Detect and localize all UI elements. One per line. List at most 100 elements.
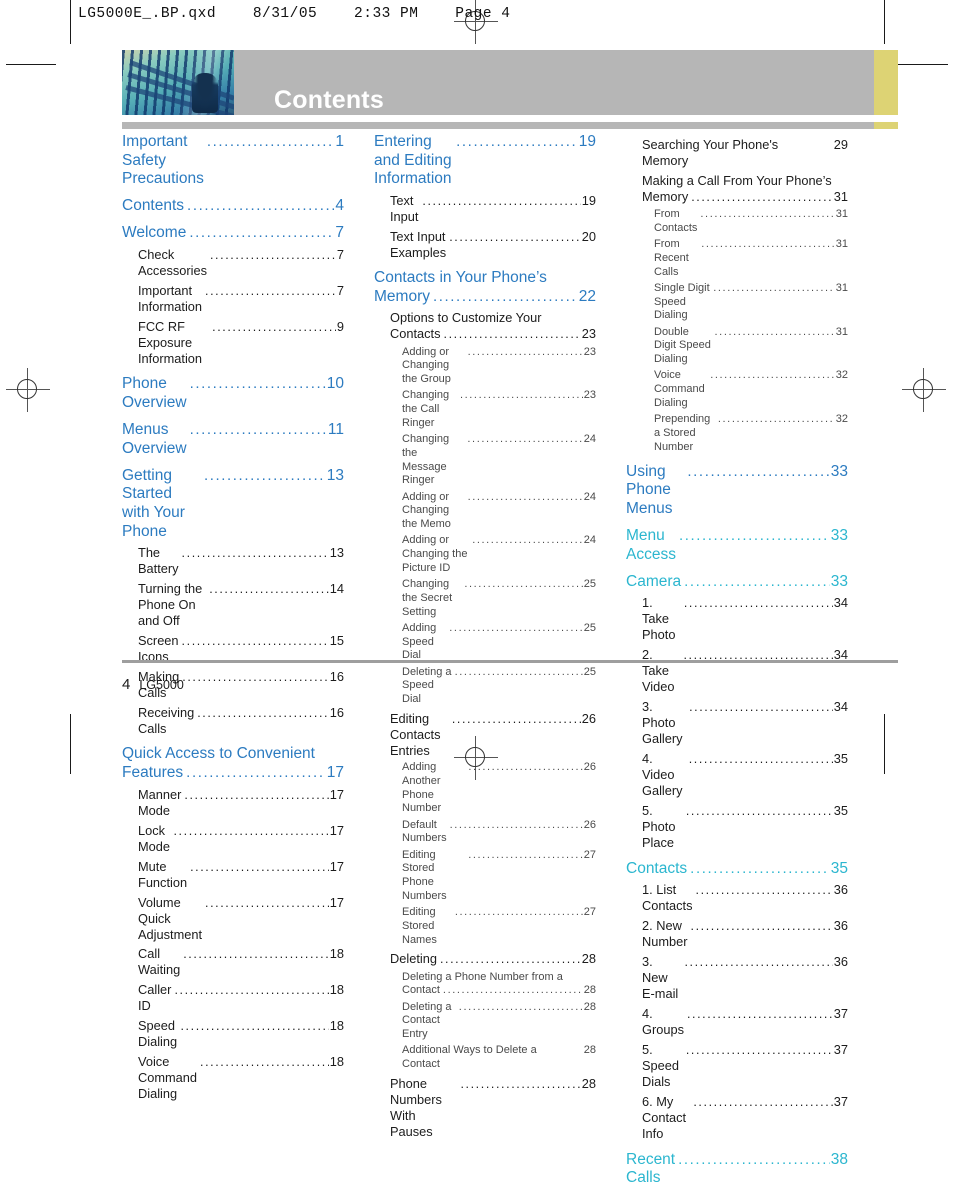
toc-entry-page-number: 14 xyxy=(329,581,344,597)
toc-entry[interactable]: Caller ID...............................… xyxy=(138,982,344,1014)
toc-entry[interactable]: Phone Overview..........................… xyxy=(122,375,344,412)
toc-entry[interactable]: Check Accessories.......................… xyxy=(138,247,344,279)
toc-entry[interactable]: Camera..................................… xyxy=(626,573,848,592)
toc-entry-label: 6. My Contact Info xyxy=(642,1094,690,1142)
toc-entry-page-number: 33 xyxy=(830,462,848,480)
toc-entry[interactable]: Adding Speed Dial.......................… xyxy=(402,622,596,663)
leader-dots: ........................................… xyxy=(454,665,583,678)
toc-entry-page-number: 11 xyxy=(327,421,344,439)
toc-entry[interactable]: Single Digit Speed Dialing..............… xyxy=(654,282,848,323)
toc-entry[interactable]: Turning the Phone On and Off............… xyxy=(138,581,344,629)
toc-entry[interactable]: Phone Numbers With Pauses...............… xyxy=(390,1076,596,1140)
toc-entry[interactable]: 4. Groups...............................… xyxy=(642,1006,848,1038)
toc-entry[interactable]: Recent Calls............................… xyxy=(626,1151,848,1188)
leader-dots: ........................................… xyxy=(693,1095,833,1110)
toc-entry[interactable]: Prepending a Stored Number..............… xyxy=(654,413,848,454)
toc-entry[interactable]: Adding or Changing the Memo.............… xyxy=(402,491,596,532)
toc-entry[interactable]: Text Input..............................… xyxy=(390,193,596,225)
toc-entry[interactable]: The Battery.............................… xyxy=(138,545,344,577)
toc-entry[interactable]: 3. New E-mail...........................… xyxy=(642,954,848,1002)
toc-entry[interactable]: Deleting a Speed Dial...................… xyxy=(402,666,596,707)
toc-entry[interactable]: Adding Another Phone Number.............… xyxy=(402,761,596,816)
toc-entry-label: Contacts xyxy=(390,326,441,342)
toc-entry[interactable]: 1. Take Photo...........................… xyxy=(642,595,848,643)
toc-entry-label: Single Digit Speed Dialing xyxy=(654,281,713,322)
toc-entry[interactable]: 4. Video Gallery........................… xyxy=(642,751,848,799)
toc-entry[interactable]: Double Digit Speed Dialing..............… xyxy=(654,326,848,367)
leader-dots: ........................................… xyxy=(717,413,835,426)
toc-entry-page-number: 24 xyxy=(583,490,596,503)
toc-entry-page-number: 17 xyxy=(329,894,344,910)
toc-entry-page-number: 33 xyxy=(830,527,848,545)
toc-entry[interactable]: Editing Contacts Entries................… xyxy=(390,711,596,759)
toc-entry[interactable]: Lock Mode...............................… xyxy=(138,823,344,855)
toc-entry[interactable]: Getting Started with Your Phone.........… xyxy=(122,467,344,541)
leader-dots: ........................................… xyxy=(203,466,326,484)
toc-entry-page-number: 28 xyxy=(581,951,596,967)
toc-entry[interactable]: Text Input Examples.....................… xyxy=(390,229,596,261)
toc-entry[interactable]: Editing Stored Phone Numbers............… xyxy=(402,849,596,904)
toc-entry[interactable]: Welcome.................................… xyxy=(122,224,344,243)
toc-entry[interactable]: 2. Take Video...........................… xyxy=(642,647,848,695)
toc-entry[interactable]: From Recent Calls.......................… xyxy=(654,238,848,279)
toc-entry[interactable]: From Contacts...........................… xyxy=(654,208,848,236)
toc-entry[interactable]: Adding or Changing the Group............… xyxy=(402,346,596,387)
toc-entry[interactable]: Searching Your Phone's Memory 29 xyxy=(642,137,848,169)
toc-entry[interactable]: Call Waiting............................… xyxy=(138,946,344,978)
toc-entry[interactable]: Changing the Call Ringer................… xyxy=(402,389,596,430)
leader-dots: ........................................… xyxy=(714,325,835,338)
toc-entry[interactable]: Additional Ways to Delete a Contact 28 xyxy=(402,1044,596,1072)
toc-entry[interactable]: Deleting................................… xyxy=(390,951,596,968)
toc-entry[interactable]: Mute Function...........................… xyxy=(138,859,344,891)
toc-entry[interactable]: Deleting a Phone Number from a Contact...… xyxy=(402,971,596,999)
toc-entry[interactable]: Changing the Message Ringer.............… xyxy=(402,433,596,488)
toc-entry-page-number: 23 xyxy=(583,389,596,402)
toc-entry[interactable]: Changing the Secret Setting.............… xyxy=(402,578,596,619)
toc-entry-label: Getting Started with Your Phone xyxy=(122,466,190,540)
toc-entry-label: Call Waiting xyxy=(138,946,181,978)
leader-dots: ........................................… xyxy=(173,823,328,838)
toc-entry-label: Voice Command Dialing xyxy=(138,1054,201,1102)
toc-entry[interactable]: Editing Stored Names....................… xyxy=(402,906,596,947)
toc-entry[interactable]: Using Phone Menus.......................… xyxy=(626,463,848,519)
toc-entry[interactable]: 6. My Contact Info......................… xyxy=(642,1094,848,1142)
leader-dots: ........................................… xyxy=(685,804,833,819)
toc-entry[interactable]: Entering and Editing Information........… xyxy=(374,133,596,189)
leader-dots: ........................................… xyxy=(197,705,329,720)
toc-entry[interactable]: Speed Dialing...........................… xyxy=(138,1018,344,1050)
toc-entry[interactable]: 2. New Number...........................… xyxy=(642,918,848,950)
toc-entry[interactable]: Menu Access.............................… xyxy=(626,527,848,564)
toc-entry[interactable]: Contacts in Your Phone’s Memory..........… xyxy=(374,269,596,306)
toc-entry-label: Adding or Changing the Group xyxy=(402,345,453,386)
toc-entry[interactable]: Volume Quick Adjustment.................… xyxy=(138,895,344,943)
toc-entry[interactable]: Voice Command Dialing...................… xyxy=(654,369,848,410)
toc-entry-page-number: 17 xyxy=(326,764,344,782)
toc-entry-label: Editing Contacts Entries xyxy=(390,710,445,758)
toc-entry[interactable]: 5. Photo Place..........................… xyxy=(642,803,848,851)
toc-entry[interactable]: Important Information...................… xyxy=(138,283,344,315)
toc-entry[interactable]: Quick Access to Convenient Features......… xyxy=(122,745,344,782)
toc-entry[interactable]: Deleting a Contact Entry................… xyxy=(402,1001,596,1042)
toc-entry[interactable]: 5. Speed Dials..........................… xyxy=(642,1042,848,1090)
toc-entry[interactable]: 3. Photo Gallery........................… xyxy=(642,699,848,747)
toc-entry[interactable]: Making a Call From Your Phone’s Memory...… xyxy=(642,173,848,206)
toc-entry[interactable]: Adding or Changing the Picture ID.......… xyxy=(402,534,596,575)
toc-entry[interactable]: Options to Customize Your Contacts.......… xyxy=(390,310,596,343)
toc-entry-label: From Contacts xyxy=(654,208,698,234)
toc-entry[interactable]: Menus Overview..........................… xyxy=(122,421,344,458)
toc-entry[interactable]: Manner Mode.............................… xyxy=(138,787,344,819)
toc-entry[interactable]: Default Numbers.........................… xyxy=(402,819,596,847)
toc-entry-label: Entering and Editing Information xyxy=(374,133,456,188)
toc-entry[interactable]: Contents................................… xyxy=(122,197,344,216)
toc-column-1: Important Safety Precautions............… xyxy=(122,133,344,1102)
toc-entry[interactable]: Voice Command Dialing...................… xyxy=(138,1054,344,1102)
toc-entry[interactable]: Contacts................................… xyxy=(626,860,848,879)
toc-entry-page-number: 26 xyxy=(583,761,596,774)
toc-entry[interactable]: Important Safety Precautions............… xyxy=(122,133,344,189)
toc-entry-page-number: 32 xyxy=(835,413,848,426)
toc-entry-page-number: 10 xyxy=(326,375,344,393)
toc-entry-label: 1. Take Photo xyxy=(642,595,676,643)
toc-entry[interactable]: 1. List Contacts........................… xyxy=(642,882,848,914)
toc-entry[interactable]: Receiving Calls.........................… xyxy=(138,705,344,737)
toc-entry[interactable]: FCC RF Exposure Information.............… xyxy=(138,319,344,367)
